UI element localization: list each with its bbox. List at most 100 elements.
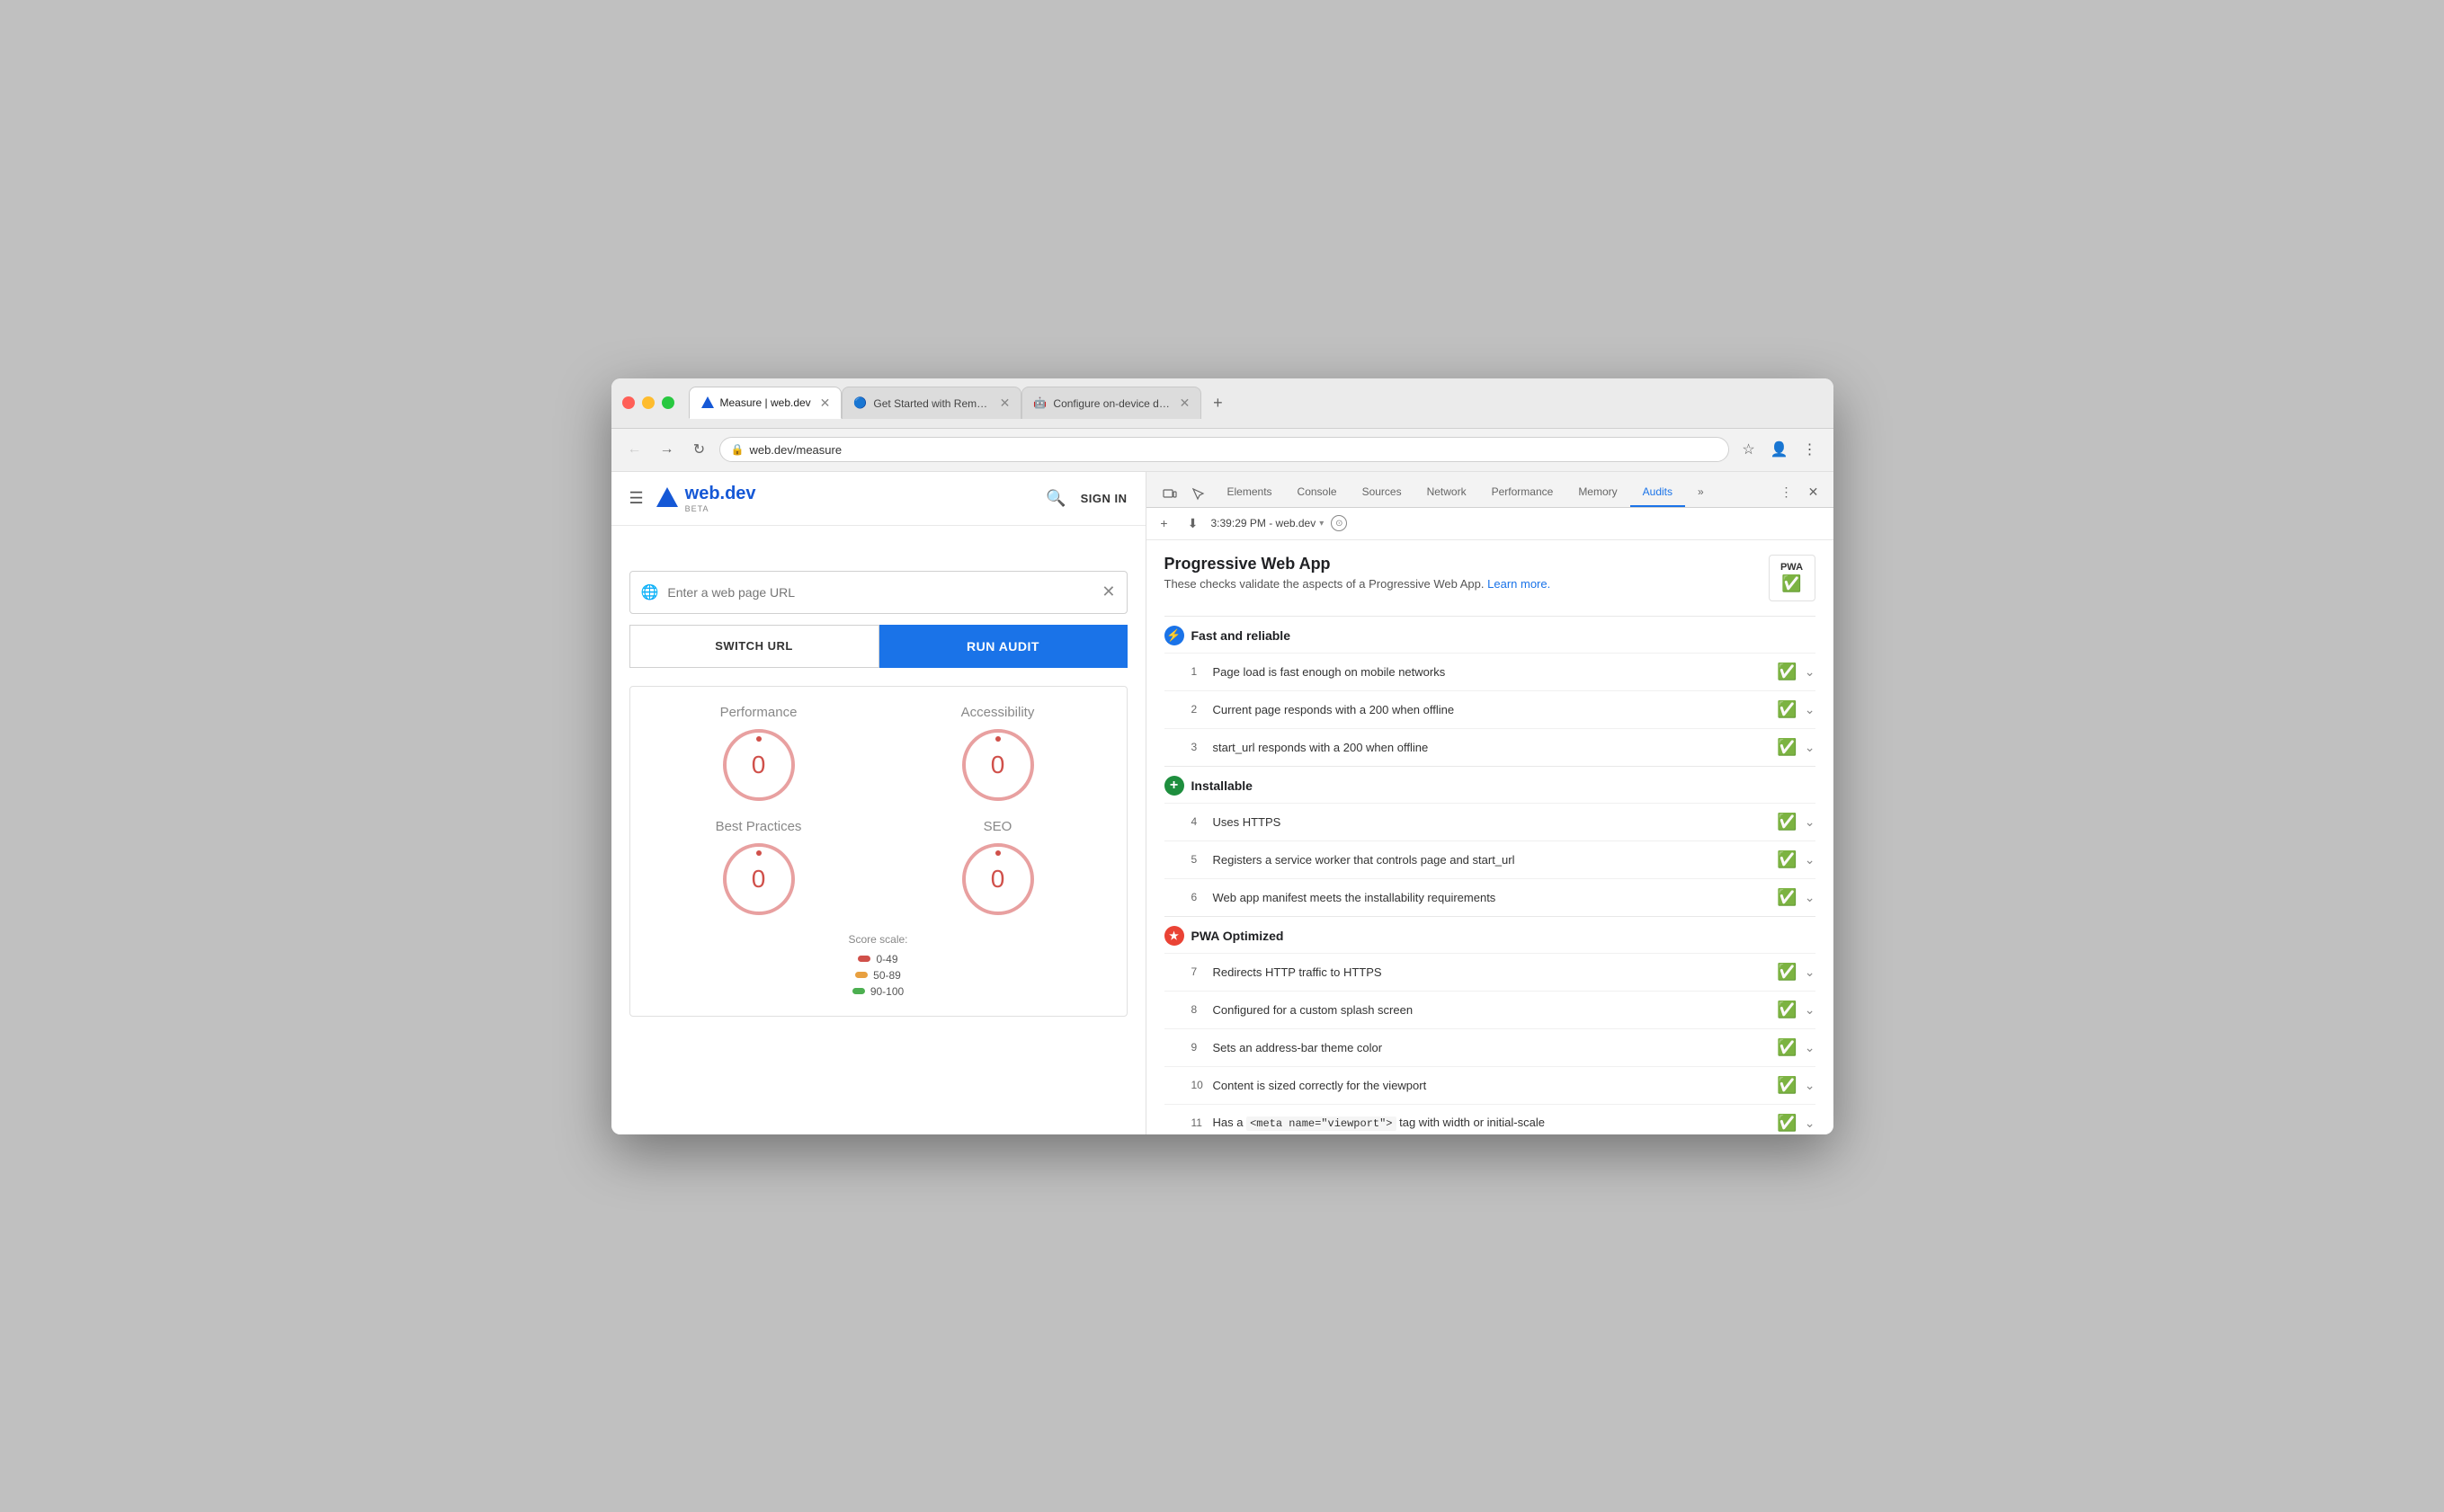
tab-elements[interactable]: Elements: [1215, 478, 1285, 507]
audit-chevron-5[interactable]: ⌄: [1805, 852, 1815, 867]
score-seo-label: SEO: [984, 819, 1012, 834]
audit-text-3: start_url responds with a 200 when offli…: [1213, 741, 1778, 754]
bookmark-button[interactable]: ☆: [1736, 437, 1762, 462]
score-accessibility: Accessibility 0: [888, 705, 1109, 801]
profile-button[interactable]: 👤: [1767, 437, 1792, 462]
left-panel: ☰ web.dev BETA 🔍 SIGN IN: [611, 472, 1146, 1134]
hamburger-icon[interactable]: ☰: [629, 489, 644, 508]
score-performance-value: 0: [752, 751, 766, 779]
settings-circle-icon[interactable]: ⊙: [1331, 515, 1347, 531]
audit-text-9: Sets an address-bar theme color: [1213, 1041, 1778, 1054]
main-content: ☰ web.dev BETA 🔍 SIGN IN: [611, 472, 1833, 1134]
url-input[interactable]: [667, 585, 1093, 600]
audit-chevron-11[interactable]: ⌄: [1805, 1116, 1815, 1131]
back-button[interactable]: ←: [622, 437, 647, 462]
score-performance: Performance 0: [648, 705, 870, 801]
search-icon[interactable]: 🔍: [1046, 489, 1066, 508]
tab-console[interactable]: Console: [1285, 478, 1350, 507]
session-selector[interactable]: 3:39:29 PM - web.dev ▾: [1211, 517, 1325, 529]
globe-icon: 🌐: [641, 583, 659, 601]
devtools-close-button[interactable]: ✕: [1801, 480, 1826, 505]
sign-in-button[interactable]: SIGN IN: [1081, 492, 1128, 505]
panel-body: 🌐 ✕ SWITCH URL RUN AUDIT Performance: [611, 526, 1146, 1134]
tab-audits[interactable]: Audits: [1630, 478, 1685, 507]
switch-url-button[interactable]: SWITCH URL: [629, 625, 879, 668]
audit-check-1: ✅: [1777, 663, 1797, 681]
audit-row-6: 6 Web app manifest meets the installabil…: [1164, 878, 1815, 916]
tab-close-icon-3[interactable]: ✕: [1180, 396, 1191, 411]
address-bar[interactable]: 🔒 web.dev/measure: [719, 437, 1729, 462]
section-pwa-optimized-title: PWA Optimized: [1191, 929, 1284, 943]
audit-row-5: 5 Registers a service worker that contro…: [1164, 840, 1815, 878]
close-button[interactable]: [622, 396, 635, 409]
learn-more-link[interactable]: Learn more.: [1487, 577, 1550, 591]
audit-text-1: Page load is fast enough on mobile netwo…: [1213, 665, 1778, 679]
tab-close-icon-2[interactable]: ✕: [1000, 396, 1011, 411]
tab-more[interactable]: »: [1685, 478, 1717, 507]
url-input-row[interactable]: 🌐 ✕: [629, 571, 1128, 614]
score-performance-label: Performance: [720, 705, 798, 720]
logo-triangle-icon: [655, 485, 680, 511]
lock-icon: 🔒: [731, 443, 745, 456]
audit-chevron-7[interactable]: ⌄: [1805, 965, 1815, 980]
new-tab-button[interactable]: +: [1205, 390, 1230, 415]
audit-chevron-8[interactable]: ⌄: [1805, 1002, 1815, 1018]
nav-actions: ☆ 👤 ⋮: [1736, 437, 1823, 462]
run-audit-button[interactable]: RUN AUDIT: [879, 625, 1128, 668]
tab-3[interactable]: 🤖 Configure on-device developer... ✕: [1021, 387, 1201, 419]
audit-num-5: 5: [1191, 853, 1213, 866]
tab-sources[interactable]: Sources: [1350, 478, 1414, 507]
logo-text-group: web.dev BETA: [685, 484, 756, 513]
pwa-title: Progressive Web App: [1164, 555, 1758, 574]
tab-favicon-2: 🔵: [853, 396, 868, 411]
audit-text-2: Current page responds with a 200 when of…: [1213, 703, 1778, 716]
forward-button[interactable]: →: [655, 437, 680, 462]
device-toggle-icon[interactable]: [1157, 482, 1182, 507]
audit-chevron-9[interactable]: ⌄: [1805, 1040, 1815, 1055]
audit-chevron-4[interactable]: ⌄: [1805, 814, 1815, 830]
score-accessibility-circle: 0: [962, 729, 1034, 801]
menu-button[interactable]: ⋮: [1797, 437, 1823, 462]
select-element-icon[interactable]: [1186, 482, 1211, 507]
audit-chevron-1[interactable]: ⌄: [1805, 664, 1815, 680]
audit-num-8: 8: [1191, 1003, 1213, 1016]
devtools-toolbar: + ⬇ 3:39:29 PM - web.dev ▾ ⊙: [1146, 508, 1833, 540]
audit-chevron-6[interactable]: ⌄: [1805, 890, 1815, 905]
scale-section: Score scale: 0-49 50-89: [648, 933, 1109, 998]
audit-text-6: Web app manifest meets the installabilit…: [1213, 891, 1778, 904]
logo-text: web.dev: [685, 484, 756, 503]
section-installable: + Installable: [1164, 766, 1815, 803]
tab-memory[interactable]: Memory: [1565, 478, 1629, 507]
minimize-button[interactable]: [642, 396, 655, 409]
tab-performance[interactable]: Performance: [1479, 478, 1566, 507]
tab-title: Measure | web.dev: [720, 396, 811, 409]
audit-text-4: Uses HTTPS: [1213, 815, 1778, 829]
add-record-icon[interactable]: +: [1154, 512, 1175, 534]
score-seo-value: 0: [991, 865, 1005, 894]
pwa-badge: PWA ✅: [1769, 555, 1815, 601]
scale-range-red: 0-49: [876, 953, 897, 965]
audit-chevron-3[interactable]: ⌄: [1805, 740, 1815, 755]
audit-chevron-2[interactable]: ⌄: [1805, 702, 1815, 717]
scale-item-red: 0-49: [858, 953, 897, 965]
reload-button[interactable]: ↻: [687, 437, 712, 462]
scale-range-orange: 50-89: [873, 969, 901, 982]
audit-check-6: ✅: [1777, 888, 1797, 907]
clear-input-icon[interactable]: ✕: [1102, 583, 1115, 601]
pwa-optimized-icon: ★: [1164, 926, 1184, 946]
audit-row-9: 9 Sets an address-bar theme color ✅ ⌄: [1164, 1028, 1815, 1066]
tab-title-2: Get Started with Remote Debu...: [873, 397, 990, 410]
navbar: ← → ↻ 🔒 web.dev/measure ☆ 👤 ⋮: [611, 429, 1833, 472]
tab-close-icon[interactable]: ✕: [820, 396, 831, 411]
section-fast-reliable-title: Fast and reliable: [1191, 628, 1290, 643]
tab-2[interactable]: 🔵 Get Started with Remote Debu... ✕: [842, 387, 1021, 419]
score-best-practices-value: 0: [752, 865, 766, 894]
audit-check-2: ✅: [1777, 700, 1797, 719]
audit-num-11: 11: [1191, 1116, 1213, 1129]
maximize-button[interactable]: [662, 396, 674, 409]
tab-network[interactable]: Network: [1414, 478, 1479, 507]
download-icon[interactable]: ⬇: [1182, 512, 1204, 534]
tab-active[interactable]: Measure | web.dev ✕: [689, 387, 843, 419]
audit-chevron-10[interactable]: ⌄: [1805, 1078, 1815, 1093]
devtools-menu-button[interactable]: ⋮: [1774, 480, 1799, 505]
